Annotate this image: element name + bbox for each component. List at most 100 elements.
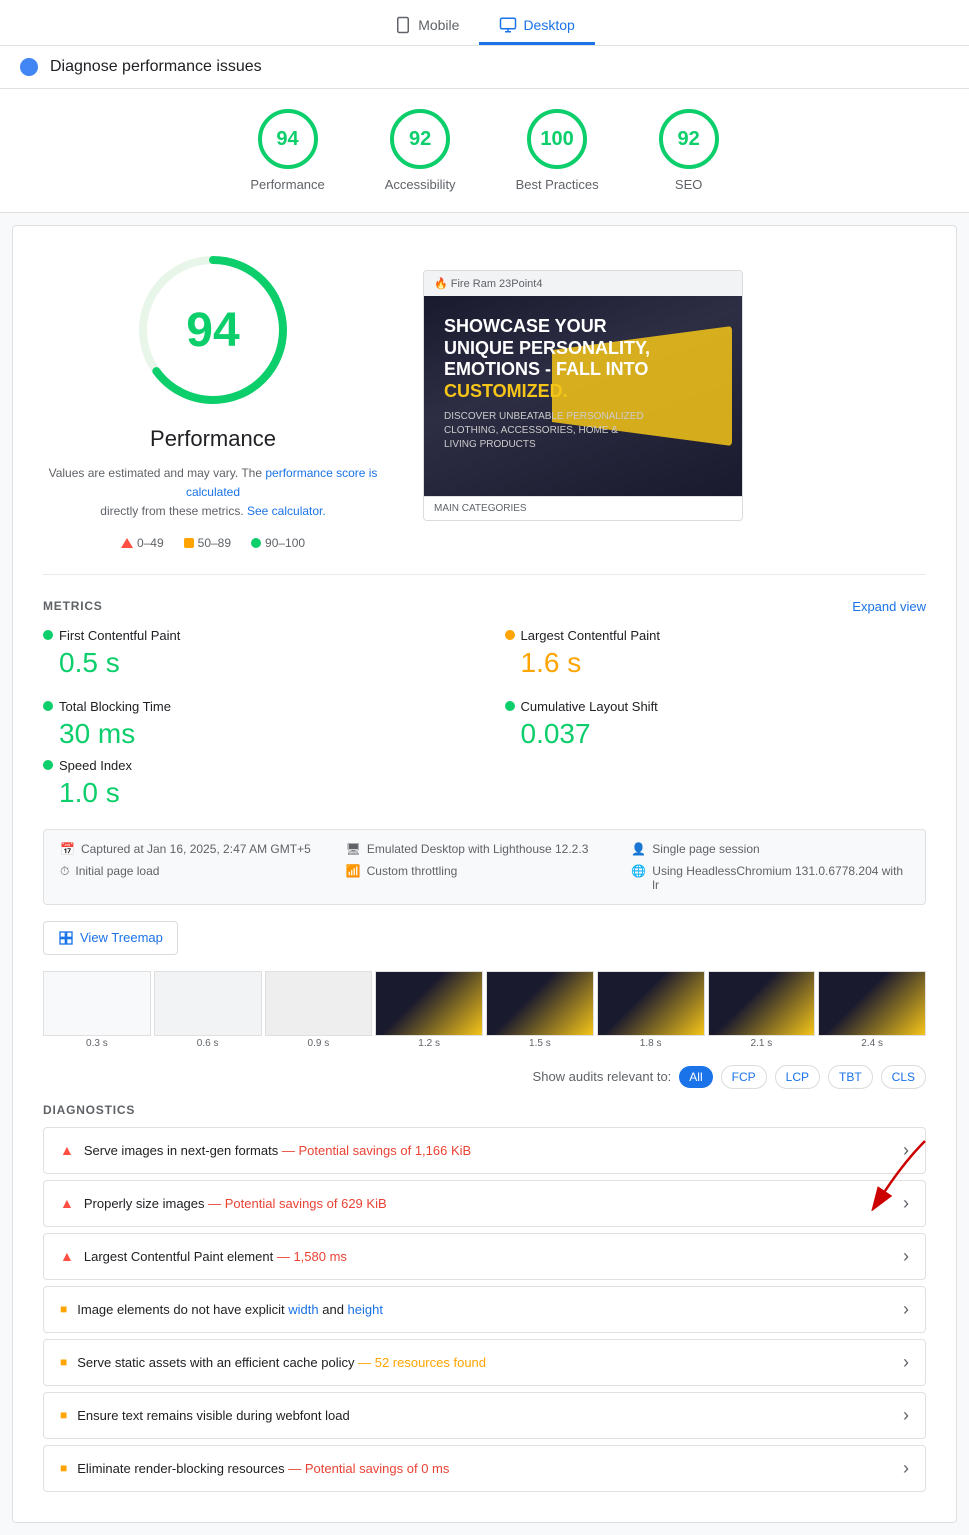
audit-item-1: ▲ Serve images in next-gen formats — Pot… xyxy=(43,1127,926,1174)
metric-fcp-dot xyxy=(43,630,53,640)
film-frame-2: 0.6 s xyxy=(154,971,262,1049)
filmstrip: 0.3 s 0.6 s 0.9 s 1.2 s 1.5 s 1.8 s 2.1 … xyxy=(43,971,926,1049)
metric-cls-label: Cumulative Layout Shift xyxy=(521,699,658,714)
tab-desktop[interactable]: Desktop xyxy=(479,8,594,45)
header-icon xyxy=(20,58,38,76)
metric-si-dot xyxy=(43,760,53,770)
chevron-down-icon-5: › xyxy=(903,1352,909,1373)
audit-item-4-header[interactable]: ■ Image elements do not have explicit wi… xyxy=(44,1287,925,1332)
filter-all-btn[interactable]: All xyxy=(679,1066,712,1088)
chevron-down-icon-3: › xyxy=(903,1246,909,1267)
warning-icon-1: ▲ xyxy=(60,1142,74,1158)
metric-lcp-dot xyxy=(505,630,515,640)
audit-item-6: ■ Ensure text remains visible during web… xyxy=(43,1392,926,1439)
metric-lcp-value: 1.6 s xyxy=(521,647,927,679)
expand-view-btn[interactable]: Expand view xyxy=(852,599,926,614)
metric-tbt-label: Total Blocking Time xyxy=(59,699,171,714)
tab-mobile[interactable]: Mobile xyxy=(374,8,479,45)
metric-lcp-label: Largest Contentful Paint xyxy=(521,628,660,643)
audit-item-3-header[interactable]: ▲ Largest Contentful Paint element — 1,5… xyxy=(44,1234,925,1279)
score-accessibility-label: Accessibility xyxy=(385,177,456,192)
info-pageload: ⏱ Initial page load xyxy=(60,864,338,892)
score-card-accessibility[interactable]: 92 Accessibility xyxy=(385,109,456,192)
audit-item-7-text: Eliminate render-blocking resources — Po… xyxy=(77,1461,903,1476)
film-frame-5: 1.5 s xyxy=(486,971,594,1049)
filter-lcp-btn[interactable]: LCP xyxy=(775,1065,820,1089)
treemap-label: View Treemap xyxy=(80,930,163,945)
info-chromium: 🌐 Using HeadlessChromium 131.0.6778.204 … xyxy=(631,864,909,892)
site-thumbnail: 🔥 Fire Ram 23Point4 SHOWCASE YOURUNIQUE … xyxy=(423,270,743,521)
film-frame-1: 0.3 s xyxy=(43,971,151,1049)
performance-note: Values are estimated and may vary. The p… xyxy=(43,464,383,522)
chevron-down-icon-7: › xyxy=(903,1458,909,1479)
tab-mobile-label: Mobile xyxy=(418,17,459,33)
mobile-icon xyxy=(394,16,412,34)
score-accessibility-value: 92 xyxy=(409,128,431,151)
film-frame-7: 2.1 s xyxy=(708,971,816,1049)
big-score-container: 94 xyxy=(133,250,293,410)
score-seo-label: SEO xyxy=(675,177,702,192)
film-frame-6: 1.8 s xyxy=(597,971,705,1049)
info-captured: 📅 Captured at Jan 16, 2025, 2:47 AM GMT+… xyxy=(60,842,338,856)
audit-item-1-text: Serve images in next-gen formats — Poten… xyxy=(84,1143,903,1158)
performance-left: 94 Performance Values are estimated and … xyxy=(43,250,383,550)
score-card-performance[interactable]: 94 Performance xyxy=(250,109,324,192)
metric-tbt: Total Blocking Time 30 ms xyxy=(43,699,465,750)
audit-item-3: ▲ Largest Contentful Paint element — 1,5… xyxy=(43,1233,926,1280)
metrics-section: METRICS Expand view First Contentful Pai… xyxy=(43,599,926,809)
orange-icon-7: ■ xyxy=(60,1461,67,1475)
treemap-btn[interactable]: View Treemap xyxy=(43,921,178,955)
calculator-link[interactable]: See calculator. xyxy=(247,504,326,518)
filter-fcp-btn[interactable]: FCP xyxy=(721,1065,767,1089)
chevron-down-icon-2: › xyxy=(903,1193,909,1214)
audit-item-2-text: Properly size images — Potential savings… xyxy=(84,1196,903,1211)
height-link[interactable]: height xyxy=(348,1302,383,1317)
audit-item-6-header[interactable]: ■ Ensure text remains visible during web… xyxy=(44,1393,925,1438)
filter-tbt-btn[interactable]: TBT xyxy=(828,1065,873,1089)
score-performance-label: Performance xyxy=(250,177,324,192)
metric-fcp-value: 0.5 s xyxy=(59,647,465,679)
info-session: 👤 Single page session xyxy=(631,842,909,856)
score-card-seo[interactable]: 92 SEO xyxy=(659,109,719,192)
page-title: Diagnose performance issues xyxy=(50,58,262,76)
score-best-practices-label: Best Practices xyxy=(516,177,599,192)
tab-desktop-label: Desktop xyxy=(523,17,574,33)
audit-item-7-header[interactable]: ■ Eliminate render-blocking resources — … xyxy=(44,1446,925,1491)
audit-item-3-text: Largest Contentful Paint element — 1,580… xyxy=(84,1249,903,1264)
performance-section: 94 Performance Values are estimated and … xyxy=(43,250,926,575)
thumb-footer: MAIN CATEGORIES xyxy=(424,496,742,520)
film-frame-4: 1.2 s xyxy=(375,971,483,1049)
orange-icon-4: ■ xyxy=(60,1302,67,1316)
diagnostics-title: DIAGNOSTICS xyxy=(43,1103,926,1117)
page-header: Diagnose performance issues xyxy=(0,46,969,89)
audit-filter-label: Show audits relevant to: xyxy=(533,1069,672,1084)
audit-item-4: ■ Image elements do not have explicit wi… xyxy=(43,1286,926,1333)
audit-item-5: ■ Serve static assets with an efficient … xyxy=(43,1339,926,1386)
filter-cls-btn[interactable]: CLS xyxy=(881,1065,926,1089)
audit-item-7: ■ Eliminate render-blocking resources — … xyxy=(43,1445,926,1492)
audit-item-5-header[interactable]: ■ Serve static assets with an efficient … xyxy=(44,1340,925,1385)
metric-si: Speed Index 1.0 s xyxy=(43,758,926,809)
note-text: Values are estimated and may vary. The xyxy=(49,466,262,480)
score-legend: 0–49 50–89 90–100 xyxy=(121,536,305,550)
audit-item-2-header[interactable]: ▲ Properly size images — Potential savin… xyxy=(44,1181,925,1226)
film-frame-8: 2.4 s xyxy=(818,971,926,1049)
treemap-icon xyxy=(58,930,74,946)
legend-triangle xyxy=(121,538,133,548)
chevron-down-icon-1: › xyxy=(903,1140,909,1161)
big-score-number: 94 xyxy=(186,303,239,358)
chevron-down-icon-4: › xyxy=(903,1299,909,1320)
diagnostics-section: DIAGNOSTICS ▲ Serve images in next-gen f… xyxy=(43,1103,926,1492)
thumb-content: SHOWCASE YOURUNIQUE PERSONALITY,EMOTIONS… xyxy=(424,296,742,496)
score-card-best-practices[interactable]: 100 Best Practices xyxy=(516,109,599,192)
metric-lcp: Largest Contentful Paint 1.6 s xyxy=(505,628,927,679)
width-link[interactable]: width xyxy=(288,1302,318,1317)
film-frame-3: 0.9 s xyxy=(265,971,373,1049)
info-throttling: 📶 Custom throttling xyxy=(346,864,624,892)
performance-title: Performance xyxy=(150,426,276,452)
audit-item-1-header[interactable]: ▲ Serve images in next-gen formats — Pot… xyxy=(44,1128,925,1173)
thumb-bar: 🔥 Fire Ram 23Point4 xyxy=(424,271,742,296)
score-best-practices-value: 100 xyxy=(540,128,573,151)
metric-si-value: 1.0 s xyxy=(59,777,926,809)
audit-item-2: ▲ Properly size images — Potential savin… xyxy=(43,1180,926,1227)
